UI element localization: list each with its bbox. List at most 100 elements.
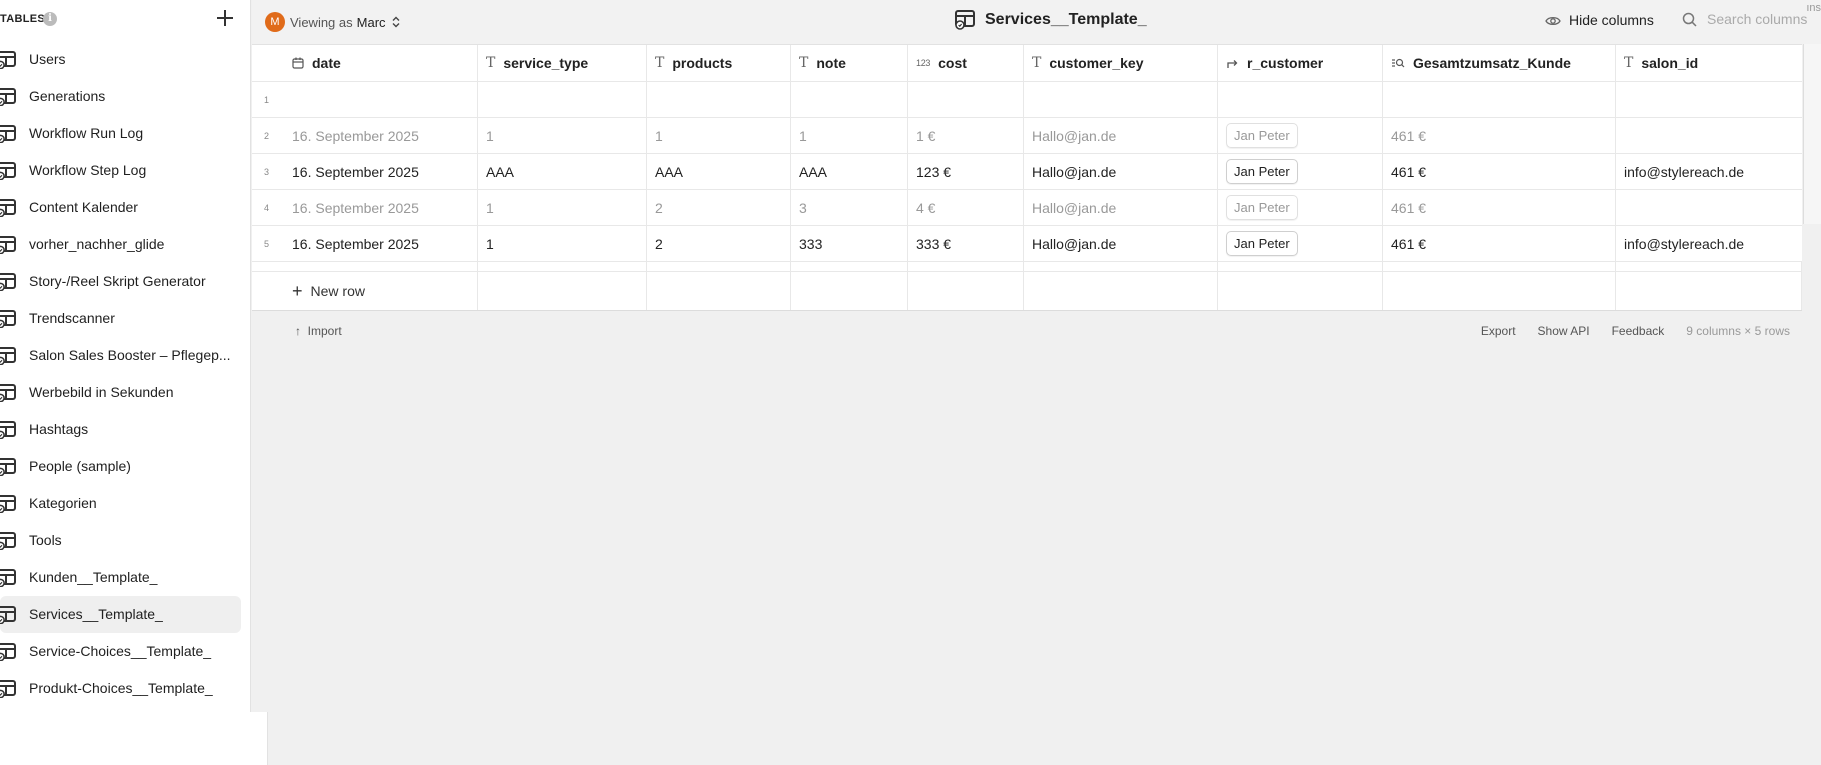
sidebar-item[interactable]: Salon Sales Booster – Pflegep...	[0, 337, 241, 374]
table-cell[interactable]: 333 €	[908, 226, 1024, 261]
table-row[interactable]: 1	[252, 82, 1802, 118]
table-cell[interactable]	[1024, 82, 1218, 117]
sidebar-item[interactable]: Users	[0, 41, 241, 78]
column-header-label: service_type	[503, 55, 589, 71]
table-icon	[0, 680, 18, 698]
table-cell[interactable]	[908, 82, 1024, 117]
table-cell[interactable]	[791, 82, 908, 117]
column-header-date[interactable]: date	[252, 45, 478, 81]
table-cell[interactable]: Hallo@jan.de	[1024, 190, 1218, 225]
column-header-cost[interactable]: 123 cost	[908, 45, 1024, 81]
table-cell[interactable]: 4 €	[908, 190, 1024, 225]
relation-chip[interactable]: Jan Peter	[1226, 159, 1298, 184]
table-cell[interactable]: Jan Peter	[1218, 226, 1383, 261]
relation-chip[interactable]: Jan Peter	[1226, 123, 1298, 148]
footer-actions: Export Show API Feedback 9 columns × 5 r…	[1481, 324, 1790, 338]
table-cell[interactable]: 2	[647, 190, 791, 225]
column-header-r_customer[interactable]: r_customer	[1218, 45, 1383, 81]
info-icon[interactable]: i	[43, 12, 57, 26]
table-cell[interactable]: 3	[791, 190, 908, 225]
column-header-products[interactable]: Tproducts	[647, 45, 791, 81]
sidebar-item[interactable]: Service-Choices__Template_	[0, 633, 241, 670]
table-cell[interactable]: Hallo@jan.de	[1024, 154, 1218, 189]
table-cell[interactable]	[1383, 82, 1616, 117]
export-button[interactable]: Export	[1481, 324, 1516, 338]
add-table-icon[interactable]	[214, 7, 236, 29]
sidebar-item[interactable]: Services__Template_	[0, 596, 241, 633]
column-header-salon_id[interactable]: Tsalon_id	[1616, 45, 1802, 81]
table-cell[interactable]: 1	[478, 226, 647, 261]
table-cell[interactable]: 4 16. September 2025	[252, 190, 478, 225]
table-cell[interactable]: 461 €	[1383, 226, 1616, 261]
table-cell[interactable]	[1616, 118, 1802, 153]
table-row[interactable]: 5 16. September 2025 1 2 333 333 € Hallo@jan.d…	[252, 226, 1802, 262]
column-header-customer_key[interactable]: Tcustomer_key	[1024, 45, 1218, 81]
sidebar-item[interactable]: Story-/Reel Skript Generator	[0, 263, 241, 300]
new-row-button[interactable]: + New row	[252, 272, 478, 310]
table-cell[interactable]: info@stylereach.de	[1616, 226, 1802, 261]
table-cell[interactable]: 5 16. September 2025	[252, 226, 478, 261]
table-icon	[0, 162, 18, 180]
table-cell[interactable]: 3 16. September 2025	[252, 154, 478, 189]
viewing-as-switcher[interactable]: M Viewing as Marc	[265, 12, 400, 32]
search-input[interactable]	[1707, 11, 1815, 27]
sidebar-item[interactable]: Werbebild in Sekunden	[0, 374, 241, 411]
sidebar-item[interactable]: Workflow Step Log	[0, 152, 241, 189]
table-row[interactable]: 4 16. September 2025 1 2 3 4 € Hallo@jan.de Jan…	[252, 190, 1802, 226]
column-header-note[interactable]: Tnote	[791, 45, 908, 81]
table-cell[interactable]	[1218, 82, 1383, 117]
scroll-edge[interactable]	[1803, 44, 1821, 224]
table-cell[interactable]: 1	[478, 190, 647, 225]
show-api-button[interactable]: Show API	[1538, 324, 1590, 338]
sidebar-item[interactable]: Produkt-Choices__Template_	[0, 670, 241, 707]
table-cell[interactable]: 461 €	[1383, 190, 1616, 225]
table-cell[interactable]: 333	[791, 226, 908, 261]
table-cell[interactable]: AAA	[478, 154, 647, 189]
hide-columns-button[interactable]: Hide columns	[1545, 12, 1654, 28]
table-cell[interactable]: Jan Peter	[1218, 118, 1383, 153]
table-cell[interactable]: 2	[647, 226, 791, 261]
table-cell[interactable]	[1616, 190, 1802, 225]
table-cell[interactable]: Hallo@jan.de	[1024, 226, 1218, 261]
relation-chip[interactable]: Jan Peter	[1226, 195, 1298, 220]
table-cell[interactable]: 1 €	[908, 118, 1024, 153]
eye-icon	[1545, 14, 1561, 26]
sidebar-item[interactable]: Tools	[0, 522, 241, 559]
table-cell[interactable]: 1	[478, 118, 647, 153]
sidebar-item[interactable]: vorher_nachher_glide	[0, 226, 241, 263]
table-cell[interactable]: Jan Peter	[1218, 190, 1383, 225]
sidebar-item[interactable]: Workflow Run Log	[0, 115, 241, 152]
cell-value: AAA	[486, 163, 515, 180]
table-cell[interactable]	[478, 82, 647, 117]
table-cell[interactable]: AAA	[791, 154, 908, 189]
relation-chip[interactable]: Jan Peter	[1226, 231, 1298, 256]
table-cell[interactable]: 461 €	[1383, 118, 1616, 153]
sidebar-item[interactable]: Content Kalender	[0, 189, 241, 226]
table-cell[interactable]: AAA	[647, 154, 791, 189]
column-header-service_type[interactable]: Tservice_type	[478, 45, 647, 81]
table-row[interactable]: 3 16. September 2025 AAA AAA AAA 123 € Hallo@j…	[252, 154, 1802, 190]
sidebar-item[interactable]: Generations	[0, 78, 241, 115]
table-cell[interactable]: 461 €	[1383, 154, 1616, 189]
sidebar-item[interactable]: Trendscanner	[0, 300, 241, 337]
table-cell[interactable]: Jan Peter	[1218, 154, 1383, 189]
table-cell[interactable]: 1	[647, 118, 791, 153]
table-cell[interactable]: Hallo@jan.de	[1024, 118, 1218, 153]
table-cell[interactable]: info@stylereach.de	[1616, 154, 1802, 189]
sidebar-item[interactable]: Hashtags	[0, 411, 241, 448]
text-icon: T	[655, 55, 665, 71]
sidebar-item-label: People (sample)	[29, 458, 131, 474]
sidebar-item[interactable]: Kategorien	[0, 485, 241, 522]
table-cell[interactable]: 1	[252, 82, 478, 117]
sidebar-item[interactable]: People (sample)	[0, 448, 241, 485]
column-header-Gesamtzumsatz_Kunde[interactable]: Gesamtzumsatz_Kunde	[1383, 45, 1616, 81]
table-cell[interactable]: 2 16. September 2025	[252, 118, 478, 153]
table-cell[interactable]	[647, 82, 791, 117]
feedback-button[interactable]: Feedback	[1612, 324, 1665, 338]
table-cell[interactable]: 1	[791, 118, 908, 153]
table-cell[interactable]	[1616, 82, 1802, 117]
table-cell[interactable]: 123 €	[908, 154, 1024, 189]
sidebar-item[interactable]: Kunden__Template_	[0, 559, 241, 596]
table-row[interactable]: 2 16. September 2025 1 1 1 1 € Hallo@jan.de Jan…	[252, 118, 1802, 154]
import-button[interactable]: ↑ Import	[295, 324, 342, 338]
